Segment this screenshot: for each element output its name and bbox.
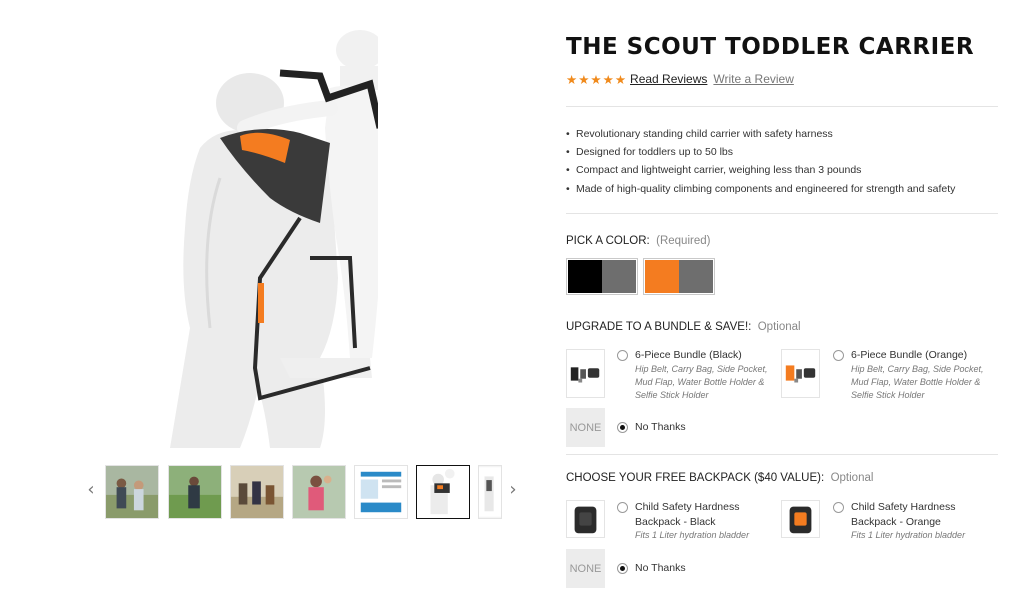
divider [566,454,998,455]
write-review-link[interactable]: Write a Review [713,72,793,86]
backpack-black-radio[interactable] [617,502,628,513]
feature-item: Compact and lightweight carrier, weighin… [566,161,955,179]
color-picker-label: PICK A COLOR: (Required) [566,235,711,247]
rating-stars-icon: ★★★★★ [566,71,628,87]
thumbnail-carousel: ‹ › [84,462,524,520]
thumbnail-6[interactable] [416,465,470,519]
divider [566,106,998,107]
thumbnail-3[interactable] [230,465,284,519]
bundle-no-thanks-label: No Thanks [635,421,686,433]
bundle-black-image [566,349,605,398]
carousel-prev-icon[interactable]: ‹ [84,480,98,500]
backpack-black-image [566,500,605,538]
product-title: THE SCOUT TODDLER CARRIER [566,34,975,60]
backpack-black-name: Child Safety Hardness Backpack - Black [635,501,740,528]
backpack-orange-name: Child Safety Hardness Backpack - Orange [851,501,956,528]
color-swatch-black[interactable] [566,258,638,295]
thumbnail-2[interactable] [168,465,222,519]
backpack-section-label: CHOOSE YOUR FREE BACKPACK ($40 VALUE): O… [566,472,874,484]
backpack-none-box: NONE [566,549,605,588]
bundle-orange-radio[interactable] [833,350,844,361]
read-reviews-link[interactable]: Read Reviews [630,72,707,86]
bundle-no-thanks-radio[interactable] [617,422,628,433]
bundle-black-desc: Hip Belt, Carry Bag, Side Pocket, Mud Fl… [635,364,768,400]
rating-row: ★★★★★ Read Reviews Write a Review [566,71,794,87]
thumbnail-1[interactable] [105,465,159,519]
carrier-on-mannequin-image [170,30,385,448]
bundle-black-name: 6-Piece Bundle (Black) [635,349,742,361]
backpack-orange-desc: Fits 1 Liter hydration bladder [851,530,966,540]
carrier-mannequin-thumb-image [417,466,469,518]
backpack-no-thanks-label: No Thanks [635,562,686,574]
bundle-orange-image [781,349,820,398]
thumbnail-4[interactable] [292,465,346,519]
group-photo-image [231,466,283,518]
divider [566,213,998,214]
feature-item: Revolutionary standing child carrier wit… [566,125,955,143]
family-outdoors-image [106,466,158,518]
main-product-image[interactable] [160,28,385,452]
thumbnail-5[interactable] [354,465,408,519]
backpack-orange-image [781,500,820,538]
park-photo-image [169,466,221,518]
bundle-orange-name: 6-Piece Bundle (Orange) [851,349,968,361]
infographic-image [355,466,407,518]
bundle-black-radio[interactable] [617,350,628,361]
bundle-section-label: UPGRADE TO A BUNDLE & SAVE!: Optional [566,321,801,333]
backpack-black-desc: Fits 1 Liter hydration bladder [635,530,750,540]
color-swatch-orange[interactable] [643,258,715,295]
mother-child-photo-image [293,466,345,518]
bundle-orange-desc: Hip Belt, Carry Bag, Side Pocket, Mud Fl… [851,364,984,400]
backpack-orange-radio[interactable] [833,502,844,513]
thumbnail-7[interactable] [478,465,502,519]
bundle-none-box: NONE [566,408,605,447]
feature-list: Revolutionary standing child carrier wit… [566,125,955,198]
feature-item: Designed for toddlers up to 50 lbs [566,143,955,161]
carousel-next-icon[interactable]: › [506,480,520,500]
carrier-side-thumb-image [479,467,501,517]
backpack-no-thanks-radio[interactable] [617,563,628,574]
feature-item: Made of high-quality climbing components… [566,180,955,198]
